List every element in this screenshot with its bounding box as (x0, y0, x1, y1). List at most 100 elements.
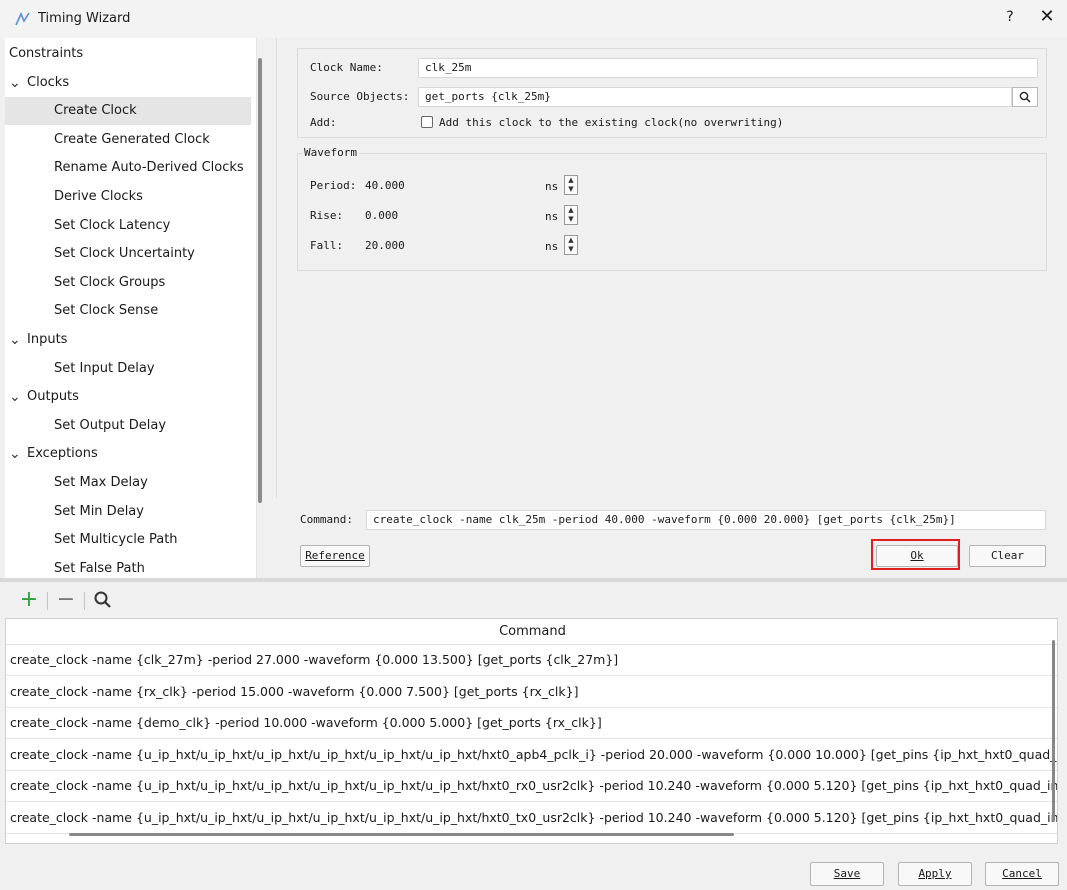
clock-name-input[interactable]: clk_25m (418, 58, 1038, 78)
clock-settings-group: Clock Name: clk_25m Source Objects: get_… (297, 48, 1047, 138)
add-label: Add: (310, 116, 337, 129)
source-objects-input[interactable]: get_ports {clk_25m} (418, 87, 1012, 107)
rise-unit: ns (545, 210, 559, 223)
table-horizontal-scrollbar[interactable] (69, 833, 734, 836)
toolbar-separator (84, 592, 85, 610)
table-row[interactable]: create_clock -name {u_ip_hxt/u_ip_hxt/u_… (6, 740, 1057, 771)
close-icon[interactable]: ✕ (1036, 6, 1058, 30)
title-bar: Timing Wizard ? ✕ (0, 0, 1067, 38)
ok-button-highlight (871, 539, 960, 570)
command-table: Command create_clock -name {clk_27m} -pe… (5, 618, 1058, 844)
chevron-down-icon[interactable]: ⌄ (9, 326, 27, 354)
save-button[interactable]: Save (810, 862, 884, 886)
tree-item[interactable]: Set Multicycle Path (54, 526, 178, 554)
tree-item-label: Set Multicycle Path (54, 532, 178, 548)
tree-item[interactable]: ⌄ Exceptions (9, 440, 98, 468)
waveform-group: Waveform Period: 40.000 ns ▲ ▼ Rise: 0.00… (297, 146, 1047, 271)
command-label: Command: (300, 513, 353, 526)
tree-item: Constraints (9, 40, 83, 68)
search-icon-glyph (94, 591, 111, 608)
spin-down-icon[interactable]: ▼ (565, 185, 577, 194)
table-vertical-scrollbar[interactable] (1052, 640, 1055, 822)
tree-item[interactable]: ⌄ Clocks (9, 69, 69, 97)
tree-item[interactable]: Set Min Delay (54, 498, 144, 526)
tree-item[interactable]: Set Clock Latency (54, 212, 170, 240)
cancel-button-label: Cancel (1002, 867, 1042, 880)
tree-item[interactable]: Set False Path (54, 555, 145, 578)
tree-item[interactable]: Set Clock Groups (54, 269, 165, 297)
tree-item[interactable]: Set Input Delay (54, 355, 155, 383)
table-row[interactable]: create_clock -name {u_ip_hxt/u_ip_hxt/u_… (6, 771, 1057, 802)
table-row[interactable]: create_clock -name {demo_clk} -period 10… (6, 708, 1057, 739)
command-row: Command: create_clock -name clk_25m -per… (276, 506, 1067, 534)
search-icon (1019, 91, 1031, 103)
apply-button[interactable]: Apply (898, 862, 972, 886)
spin-up-icon[interactable]: ▲ (565, 206, 577, 215)
tree-item-label: Set Clock Latency (54, 217, 171, 233)
rise-spinner[interactable]: ▲ ▼ (564, 205, 578, 225)
tree-item[interactable]: Rename Auto-Derived Clocks (54, 154, 244, 182)
rise-input[interactable]: 0.000 (358, 206, 566, 226)
tree-item[interactable]: ⌄ Inputs (9, 326, 67, 354)
table-row[interactable]: create_clock -name {u_ip_hxt/u_ip_hxt/u_… (6, 803, 1057, 834)
period-unit: ns (545, 180, 559, 193)
toolbar-separator (47, 592, 48, 610)
chevron-down-icon[interactable]: ⌄ (9, 69, 27, 97)
chevron-down-icon[interactable]: ⌄ (9, 383, 27, 411)
add-to-existing-clock-checkbox[interactable] (421, 116, 433, 128)
tree-item-label: Set Max Delay (54, 475, 148, 490)
tree-item-label: Set Clock Uncertainty (54, 246, 195, 262)
remove-icon[interactable]: − (55, 589, 77, 612)
search-icon[interactable] (92, 590, 114, 612)
tree-item-label: Set Clock Sense (54, 303, 159, 319)
fall-spinner[interactable]: ▲ ▼ (564, 235, 578, 255)
tree-item-label: Set Output Delay (54, 417, 167, 433)
tree-item-label: Outputs (27, 389, 79, 405)
source-objects-search-button[interactable] (1012, 87, 1038, 107)
spin-down-icon[interactable]: ▼ (565, 215, 577, 224)
rise-label: Rise: (310, 209, 344, 222)
reference-button-label: Reference (305, 549, 365, 562)
period-input[interactable]: 40.000 (358, 176, 566, 196)
help-icon[interactable]: ? (1000, 9, 1020, 29)
period-spinner[interactable]: ▲ ▼ (564, 175, 578, 195)
table-row[interactable]: create_clock -name {rx_clk} -period 15.0… (6, 677, 1057, 708)
tree-item-label: Exceptions (27, 446, 98, 462)
tree-item[interactable]: Set Clock Sense (54, 297, 158, 325)
tree-item[interactable]: Set Output Delay (54, 412, 166, 440)
add-icon[interactable]: + (18, 589, 40, 612)
tree-item-label: Inputs (27, 332, 68, 347)
cancel-button[interactable]: Cancel (985, 862, 1059, 886)
tree-item[interactable]: Derive Clocks (54, 183, 143, 211)
spin-up-icon[interactable]: ▲ (565, 236, 577, 245)
spin-up-icon[interactable]: ▲ (565, 176, 577, 185)
waveform-title: Waveform (302, 146, 359, 159)
tree-item[interactable]: Create Generated Clock (54, 126, 210, 154)
tree-item-label: Set Input Delay (54, 360, 155, 376)
fall-input[interactable]: 20.000 (358, 236, 566, 256)
tree-item[interactable]: Set Max Delay (54, 469, 148, 497)
period-label: Period: (310, 179, 357, 192)
source-objects-label: Source Objects: (310, 90, 410, 103)
tree-scrollbar[interactable] (258, 58, 262, 503)
panel-splitter[interactable] (0, 578, 1067, 582)
tree-item[interactable]: ⌄ Outputs (9, 383, 79, 411)
command-toolbar: + − (0, 584, 1067, 618)
add-checkbox-label: Add this clock to the existing clock(no … (439, 116, 784, 129)
command-input[interactable]: create_clock -name clk_25m -period 40.00… (366, 510, 1046, 530)
clock-name-label: Clock Name: (310, 61, 383, 74)
reference-button[interactable]: Reference (300, 545, 370, 567)
constraint-tree: Constraints ⌄ Clocks Create Clock Create Gen… (5, 38, 257, 578)
clear-button-label: Clear (990, 549, 1025, 562)
command-column-header[interactable]: Command (6, 619, 1057, 645)
tree-item[interactable]: Create Clock (5, 97, 251, 126)
chevron-down-icon[interactable]: ⌄ (9, 440, 27, 468)
tree-item-label: Derive Clocks (54, 189, 143, 204)
form-area: Clock Name: clk_25m Source Objects: get_… (276, 38, 1067, 498)
clear-button[interactable]: Clear (969, 545, 1046, 567)
tree-item[interactable]: Set Clock Uncertainty (54, 240, 195, 268)
create-clock-panel: Clock Name: clk_25m Source Objects: get_… (276, 38, 1067, 578)
table-row[interactable]: create_clock -name {clk_27m} -period 27.… (6, 645, 1057, 676)
tree-item-label: Create Generated Clock (54, 131, 210, 147)
spin-down-icon[interactable]: ▼ (565, 245, 577, 254)
